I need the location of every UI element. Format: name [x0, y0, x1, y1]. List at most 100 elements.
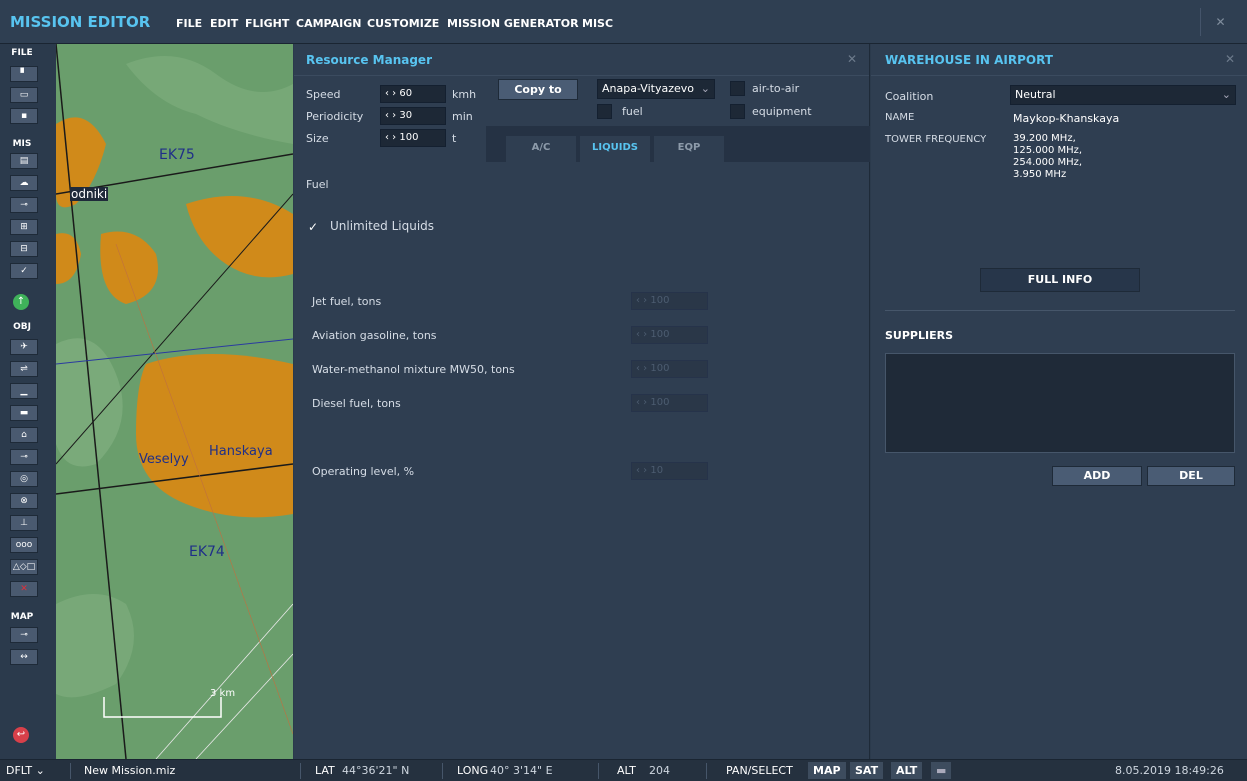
full-info-button[interactable]: FULL INFO: [980, 268, 1140, 292]
tower-frequency-label: TOWER FREQUENCY: [885, 134, 987, 145]
coalition-value: Neutral: [1015, 88, 1056, 101]
tower-frequency-2: 125.000 MHz,: [1013, 145, 1083, 156]
close-icon[interactable]: ✕: [1225, 52, 1235, 66]
menu-edit[interactable]: EDIT: [210, 17, 238, 30]
aviation-gasoline-stepper[interactable]: ‹ › 100: [631, 326, 708, 344]
tower-frequency-3: 254.000 MHz,: [1013, 157, 1083, 168]
unlimited-liquids-label: Unlimited Liquids: [330, 219, 435, 233]
stepper-arrows-icon[interactable]: ‹ ›: [385, 132, 396, 143]
menu-flight[interactable]: FLIGHT: [245, 17, 289, 30]
warehouse-title: WAREHOUSE IN AIRPORT: [885, 53, 1053, 67]
save-file-icon[interactable]: ▪: [10, 108, 38, 124]
app-title: MISSION EDITOR: [10, 13, 151, 31]
resource-tabs: A/C LIQUIDS EQP: [486, 126, 870, 162]
divider: [706, 763, 707, 779]
new-file-icon[interactable]: ▘: [10, 66, 38, 82]
diesel-fuel-stepper[interactable]: ‹ › 100: [631, 394, 708, 412]
menu-customize[interactable]: CUSTOMIZE: [367, 17, 439, 30]
warehouse-header: WAREHOUSE IN AIRPORT ✕: [871, 44, 1247, 76]
tab-liquids[interactable]: LIQUIDS: [580, 136, 650, 162]
fuel-checkbox[interactable]: [597, 104, 612, 119]
operating-level-label: Operating level, %: [312, 465, 415, 478]
del-button[interactable]: DEL: [1147, 466, 1235, 486]
stepper-arrows-icon[interactable]: ‹ ›: [385, 88, 396, 99]
suppliers-list[interactable]: [885, 353, 1235, 453]
close-icon[interactable]: ✕: [1200, 8, 1240, 36]
failures-icon[interactable]: ⊞: [10, 219, 38, 235]
speed-stepper[interactable]: ‹ › 60: [380, 85, 446, 103]
tank-icon[interactable]: ▬: [931, 762, 952, 779]
map-view[interactable]: EK75 odniki Veselyy Hanskaya EK74 3 km: [56, 44, 293, 759]
coalition-select[interactable]: Neutral ⌄: [1010, 85, 1236, 105]
weather-icon[interactable]: ☁: [10, 175, 38, 191]
template-icon[interactable]: ooo: [10, 537, 38, 553]
briefing-icon[interactable]: ▤: [10, 153, 38, 169]
delete-icon[interactable]: ✕: [10, 581, 38, 597]
naval-icon[interactable]: ⊥: [10, 515, 38, 531]
map-options-icon[interactable]: ⊸: [10, 627, 38, 643]
menu-misc[interactable]: MISC: [582, 17, 613, 30]
goals-icon[interactable]: ✓: [10, 263, 38, 279]
triggers-icon[interactable]: ⊟: [10, 241, 38, 257]
periodicity-stepper[interactable]: ‹ › 30: [380, 107, 446, 125]
divider: [885, 310, 1235, 311]
equipment-checkbox[interactable]: [730, 104, 745, 119]
periodicity-value: 30: [399, 110, 413, 121]
shapes-icon[interactable]: △◇□: [10, 559, 38, 575]
divider: [598, 763, 599, 779]
name-label: NAME: [885, 112, 915, 123]
airport-select[interactable]: Anapa-Vityazevo ⌄: [597, 79, 715, 99]
divider: [442, 763, 443, 779]
tab-ac[interactable]: A/C: [506, 136, 576, 162]
plane-icon[interactable]: ✈: [10, 339, 38, 355]
mw50-stepper[interactable]: ‹ › 100: [631, 360, 708, 378]
up-arrow-icon[interactable]: ↑: [13, 294, 29, 310]
pan-select-mode[interactable]: PAN/SELECT: [726, 764, 793, 777]
toolbar-section-map: MAP: [10, 612, 34, 622]
menu-campaign[interactable]: CAMPAIGN: [296, 17, 361, 30]
target-icon[interactable]: ◎: [10, 471, 38, 487]
open-file-icon[interactable]: ▭: [10, 87, 38, 103]
tower-frequency-1: 39.200 MHz,: [1013, 133, 1076, 144]
tower-frequency-list: 39.200 MHz, 125.000 MHz, 254.000 MHz, 3.…: [1013, 133, 1082, 181]
static-object-icon[interactable]: ⌂: [10, 427, 38, 443]
add-button[interactable]: ADD: [1052, 466, 1142, 486]
profile-select[interactable]: DFLT ⌄: [6, 764, 45, 777]
waypoint-icon[interactable]: ⊸: [10, 449, 38, 465]
close-icon[interactable]: ✕: [847, 52, 857, 66]
speed-label: Speed: [306, 88, 341, 101]
grid-label-ek75: EK75: [159, 147, 195, 163]
town-label-veselyy: Veselyy: [139, 452, 189, 467]
exit-icon[interactable]: ↩: [13, 727, 29, 743]
sat-view-button[interactable]: SAT: [850, 762, 884, 779]
jet-fuel-stepper[interactable]: ‹ › 100: [631, 292, 708, 310]
tab-eqp[interactable]: EQP: [654, 136, 724, 162]
jet-fuel-label: Jet fuel, tons: [312, 295, 382, 308]
check-icon[interactable]: ✓: [308, 220, 318, 234]
alt-value: 204: [649, 764, 670, 777]
operating-level-stepper[interactable]: ‹ › 10: [631, 462, 708, 480]
size-stepper[interactable]: ‹ › 100: [380, 129, 446, 147]
ruler-icon[interactable]: ↔: [10, 649, 38, 665]
copy-to-button[interactable]: Copy to: [498, 79, 578, 100]
trigger-zone-icon[interactable]: ⊸: [10, 197, 38, 213]
map-scale-label: 3 km: [210, 688, 236, 699]
menu-file[interactable]: FILE: [176, 17, 202, 30]
cross-circle-icon[interactable]: ⊗: [10, 493, 38, 509]
equipment-label: equipment: [752, 105, 812, 118]
vehicle-icon[interactable]: ▬: [10, 405, 38, 421]
stepper-arrows-icon[interactable]: ‹ ›: [385, 110, 396, 121]
menu-mission-generator[interactable]: MISSION GENERATOR: [447, 17, 579, 30]
long-label: LONG: [457, 764, 489, 777]
editor-toolbar: FILE ▘ ▭ ▪ MIS ▤ ☁ ⊸ ⊞ ⊟ ✓ ↑ OBJ ✈ ⇌ ▁ ▬…: [0, 44, 56, 759]
file-name: New Mission.miz: [84, 764, 176, 777]
air-to-air-checkbox[interactable]: [730, 81, 745, 96]
mw50-value: 100: [650, 363, 670, 374]
size-value: 100: [399, 132, 419, 143]
ship-icon[interactable]: ▁: [10, 383, 38, 399]
map-view-button[interactable]: MAP: [808, 762, 846, 779]
jet-fuel-value: 100: [650, 295, 670, 306]
chevron-down-icon: ⌄: [700, 82, 710, 95]
helicopter-icon[interactable]: ⇌: [10, 361, 38, 377]
alt-view-button[interactable]: ALT: [891, 762, 923, 779]
